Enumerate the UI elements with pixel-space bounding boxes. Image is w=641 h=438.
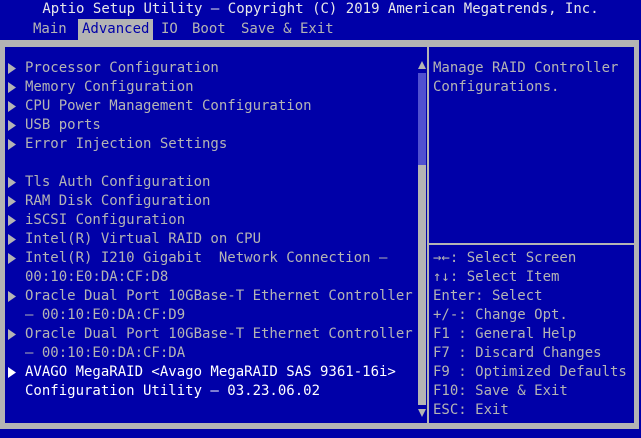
submenu-arrow-icon (8, 192, 17, 211)
menu-item-avago-megaraid-version: Configuration Utility – 03.23.06.02 (25, 383, 321, 399)
tab-boot[interactable]: Boot (192, 19, 226, 40)
key-f9: F9 : Optimized Defaults (433, 364, 627, 380)
tab-save-exit[interactable]: Save & Exit (241, 19, 334, 40)
menu-pane: Processor Configuration Memory Configura… (5, 47, 427, 423)
menu-item-oracle-d9-mac: – 00:10:E0:DA:CF:D9 (25, 307, 186, 323)
menu-item-iscsi[interactable]: iSCSI Configuration (5, 211, 185, 230)
menu-item-avago-megaraid[interactable]: AVAGO MegaRAID <Avago MegaRAID SAS 9361-… (5, 363, 396, 382)
key-esc: ESC: Exit (433, 402, 509, 418)
left-right-arrows-icon: →← (433, 250, 450, 266)
key-f1: F1 : General Help (433, 326, 577, 342)
submenu-arrow-icon (8, 78, 17, 97)
key-legend-pane: →←: Select Screen ↑↓: Select Item Enter:… (429, 245, 634, 423)
key-f7: F7 : Discard Changes (433, 345, 602, 361)
menu-item-intel-i210-mac: 00:10:E0:DA:CF:D8 (25, 269, 169, 285)
menu-item-cpu-power-management[interactable]: CPU Power Management Configuration (5, 97, 312, 116)
menu-item-oracle-da[interactable]: Oracle Dual Port 10GBase-T Ethernet Cont… (5, 325, 413, 344)
scroll-down-icon[interactable] (418, 409, 426, 417)
submenu-arrow-icon (8, 59, 17, 78)
submenu-arrow-icon (8, 230, 17, 249)
key-f10: F10: Save & Exit (433, 383, 568, 399)
scroll-up-icon[interactable] (418, 61, 426, 69)
tab-advanced[interactable]: Advanced (78, 19, 154, 40)
tab-io[interactable]: IO (161, 19, 178, 40)
help-text: Manage RAID Controller Configurations. (433, 60, 619, 95)
menu-item-oracle-da-mac: – 00:10:E0:DA:CF:DA (25, 345, 186, 361)
submenu-arrow-icon (8, 363, 17, 382)
menu-item-intel-i210[interactable]: Intel(R) I210 Gigabit Network Connection… (5, 249, 387, 268)
submenu-arrow-icon (8, 116, 17, 135)
key-change-opt: +/-: Change Opt. (433, 307, 568, 323)
menu-item-usb-ports[interactable]: USB ports (5, 116, 101, 135)
submenu-arrow-icon (8, 135, 17, 154)
menu-item-oracle-d9[interactable]: Oracle Dual Port 10GBase-T Ethernet Cont… (5, 287, 413, 306)
menu-item-memory-configuration[interactable]: Memory Configuration (5, 78, 194, 97)
key-select-item: ↑↓: Select Item (433, 269, 560, 285)
menu-item-tls-auth[interactable]: Tls Auth Configuration (5, 173, 210, 192)
tab-main[interactable]: Main (33, 19, 67, 40)
submenu-arrow-icon (8, 287, 17, 306)
title-bar: Aptio Setup Utility – Copyright (C) 2019… (42, 1, 599, 17)
tab-bar: Main Advanced IO Boot Save & Exit (0, 19, 641, 40)
menu-item-error-injection[interactable]: Error Injection Settings (5, 135, 227, 154)
menu-item-ram-disk[interactable]: RAM Disk Configuration (5, 192, 210, 211)
help-pane: Manage RAID Controller Configurations. (429, 47, 634, 243)
submenu-arrow-icon (8, 325, 17, 344)
key-enter: Enter: Select (433, 288, 543, 304)
scrollbar[interactable] (418, 61, 426, 419)
scroll-track[interactable] (418, 73, 426, 405)
menu-item-processor-configuration[interactable]: Processor Configuration (5, 59, 219, 78)
submenu-arrow-icon (8, 249, 17, 268)
up-down-arrows-icon: ↑↓ (433, 269, 450, 285)
menu-item-intel-vroc[interactable]: Intel(R) Virtual RAID on CPU (5, 230, 261, 249)
submenu-arrow-icon (8, 211, 17, 230)
key-select-screen: →←: Select Screen (433, 250, 577, 266)
submenu-arrow-icon (8, 97, 17, 116)
scroll-thumb[interactable] (418, 165, 426, 405)
submenu-arrow-icon (8, 173, 17, 192)
